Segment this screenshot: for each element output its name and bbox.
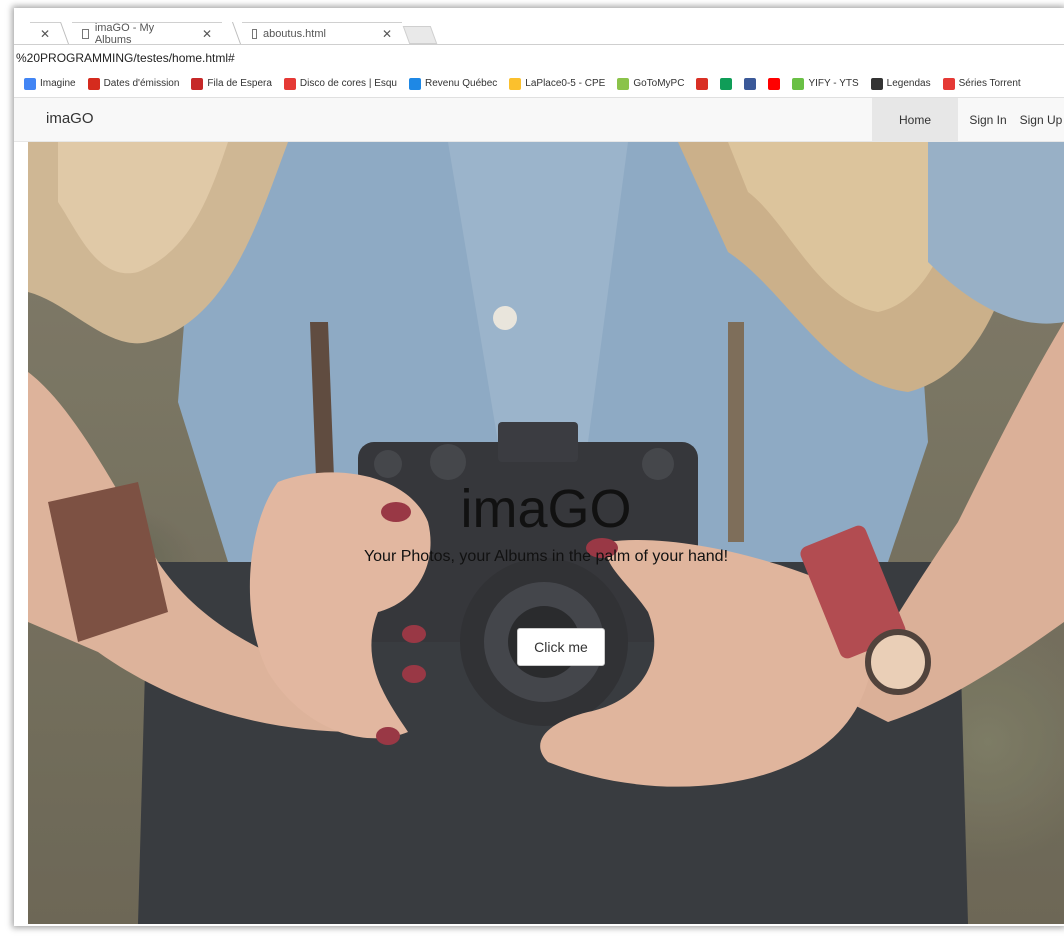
bookmarks-bar: Imagine Dates d'émission Fila de Espera Dis… [14,70,1064,98]
tab-label: imaGO - My Albums [94,21,155,46]
url-text[interactable]: %20PROGRAMMING/testes/home.html# [16,51,235,65]
tab-divider [231,22,242,44]
tab-label: aboutus.html [262,27,326,40]
tab-divider [59,22,70,44]
close-icon[interactable]: ✕ [40,27,50,41]
tab-strip: ✕ imaGO - My Albums ✕ aboutus.html ✕ [14,8,1064,46]
brand-logo[interactable]: imaGO [46,110,94,127]
nav-sign-up[interactable]: Sign Up [1018,98,1064,142]
close-icon[interactable]: ✕ [202,27,212,41]
hero-subtitle: Your Photos, your Albums in the palm of … [363,548,729,565]
close-icon[interactable]: ✕ [382,27,392,41]
tab-aboutus[interactable]: aboutus.html ✕ [242,22,402,44]
bookmark-label: YIFY - YTS [808,78,859,89]
bookmark-label: Fila de Espera [207,78,272,89]
tab-previous-close[interactable]: ✕ [30,22,61,44]
bookmark-gotomypc[interactable]: GoToMyPC [617,77,685,90]
bookmark-label: Legendas [886,78,931,89]
bookmark-label: Séries Torrent [958,78,1021,89]
page-icon [82,28,89,39]
bookmark-s-ries-torrent[interactable]: Séries Torrent [942,77,1021,90]
maple-leaf-icon [87,77,100,90]
revenu-icon [409,77,421,90]
bookmark-label: Dates d'émission [103,78,180,89]
yts-icon [792,77,805,90]
bookmark-label: LaPlace0-5 - CPE [525,78,606,89]
nav-sign-in-label: Sign In [969,113,1007,127]
bookmark-imagine[interactable]: Imagine [24,77,76,90]
tab-my-albums[interactable]: imaGO - My Albums ✕ [72,21,222,46]
page-icon [252,28,257,39]
drive-icon [720,77,733,90]
circle-icon [509,77,522,90]
bookmark-youtube[interactable] [768,77,781,90]
site-navbar: imaGO Home Sign In Sign Up [14,98,1064,142]
nav-sign-in[interactable]: Sign In [958,98,1018,142]
bookmark-laplace0-5-cpe[interactable]: LaPlace0-5 - CPE [509,77,606,90]
apps-grid-icon [24,77,36,90]
hero-section: imaGO Your Photos, your Albums in the pa… [28,142,1064,924]
bookmark-label: Revenu Québec [425,78,498,89]
click-me-button[interactable]: Click me [517,628,605,666]
youtube-icon [768,77,781,90]
bookmark-yify-yts[interactable]: YIFY - YTS [792,77,859,90]
bookmark-dates-d-mission[interactable]: Dates d'émission [87,77,180,90]
bookmark-label: Imagine [40,78,76,89]
hero-title: imaGO [460,479,632,539]
bookmark-facebook[interactable] [744,77,757,90]
color-wheel-icon [283,77,296,90]
bookmark-fila-de-espera[interactable]: Fila de Espera [191,77,272,90]
bookmark-legendas[interactable]: Legendas [870,77,931,90]
legendas-icon [870,77,883,90]
gmail-icon [696,77,709,90]
nav-sign-up-label: Sign Up [1019,113,1063,127]
bookmark-gmail[interactable] [696,77,709,90]
gotomypc-icon [617,77,630,90]
bookmark-disco-de-cores-esqu[interactable]: Disco de cores | Esqu [283,77,397,90]
facebook-icon [744,77,757,90]
bookmark-revenu-qu-bec[interactable]: Revenu Québec [409,77,498,90]
browser-window: ✕ imaGO - My Albums ✕ aboutus.html ✕ %20… [14,8,1064,926]
nav-home-label: Home [898,113,931,127]
bookmark-label: GoToMyPC [633,78,685,89]
bookmark-label: Disco de cores | Esqu [299,78,397,89]
address-bar[interactable]: %20PROGRAMMING/testes/home.html# [14,44,1064,70]
bookmark-drive[interactable] [720,77,733,90]
nav-home[interactable]: Home [872,98,958,142]
new-tab-button[interactable] [402,26,438,44]
bookmark-flag-icon [191,77,204,90]
series-icon [942,77,955,90]
